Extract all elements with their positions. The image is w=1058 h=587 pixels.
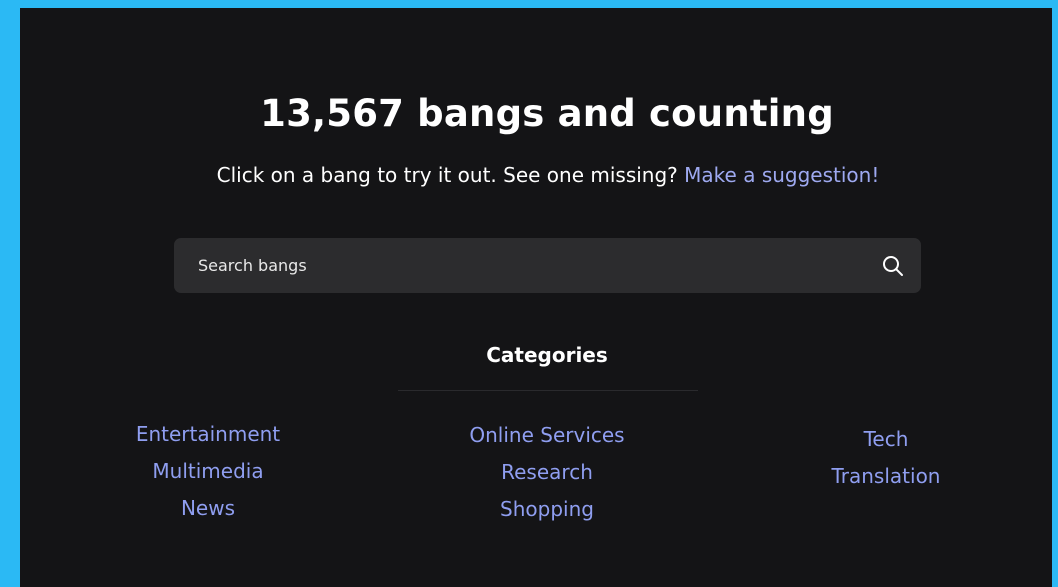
category-research[interactable]: Research bbox=[417, 460, 677, 484]
page-title: 13,567 bangs and counting bbox=[260, 92, 834, 135]
search-box bbox=[174, 238, 921, 293]
search-input[interactable] bbox=[174, 238, 864, 293]
category-news[interactable]: News bbox=[78, 496, 338, 520]
category-shopping[interactable]: Shopping bbox=[417, 497, 677, 521]
categories-divider bbox=[398, 390, 698, 391]
category-tech[interactable]: Tech bbox=[756, 427, 1016, 451]
search-icon[interactable] bbox=[881, 254, 905, 278]
category-entertainment[interactable]: Entertainment bbox=[78, 422, 338, 446]
subtitle: Click on a bang to try it out. See one m… bbox=[0, 163, 1058, 187]
subtitle-text: Click on a bang to try it out. See one m… bbox=[216, 163, 685, 187]
category-multimedia[interactable]: Multimedia bbox=[78, 459, 338, 483]
make-suggestion-link[interactable]: Make a suggestion! bbox=[684, 163, 879, 187]
category-online-services[interactable]: Online Services bbox=[417, 423, 677, 447]
category-column-3: Tech Translation bbox=[756, 427, 1016, 507]
category-column-1: Entertainment Multimedia News bbox=[78, 422, 338, 532]
category-column-2: Online Services Research Shopping bbox=[417, 423, 677, 533]
categories-heading: Categories bbox=[486, 343, 608, 367]
category-translation[interactable]: Translation bbox=[756, 464, 1016, 488]
